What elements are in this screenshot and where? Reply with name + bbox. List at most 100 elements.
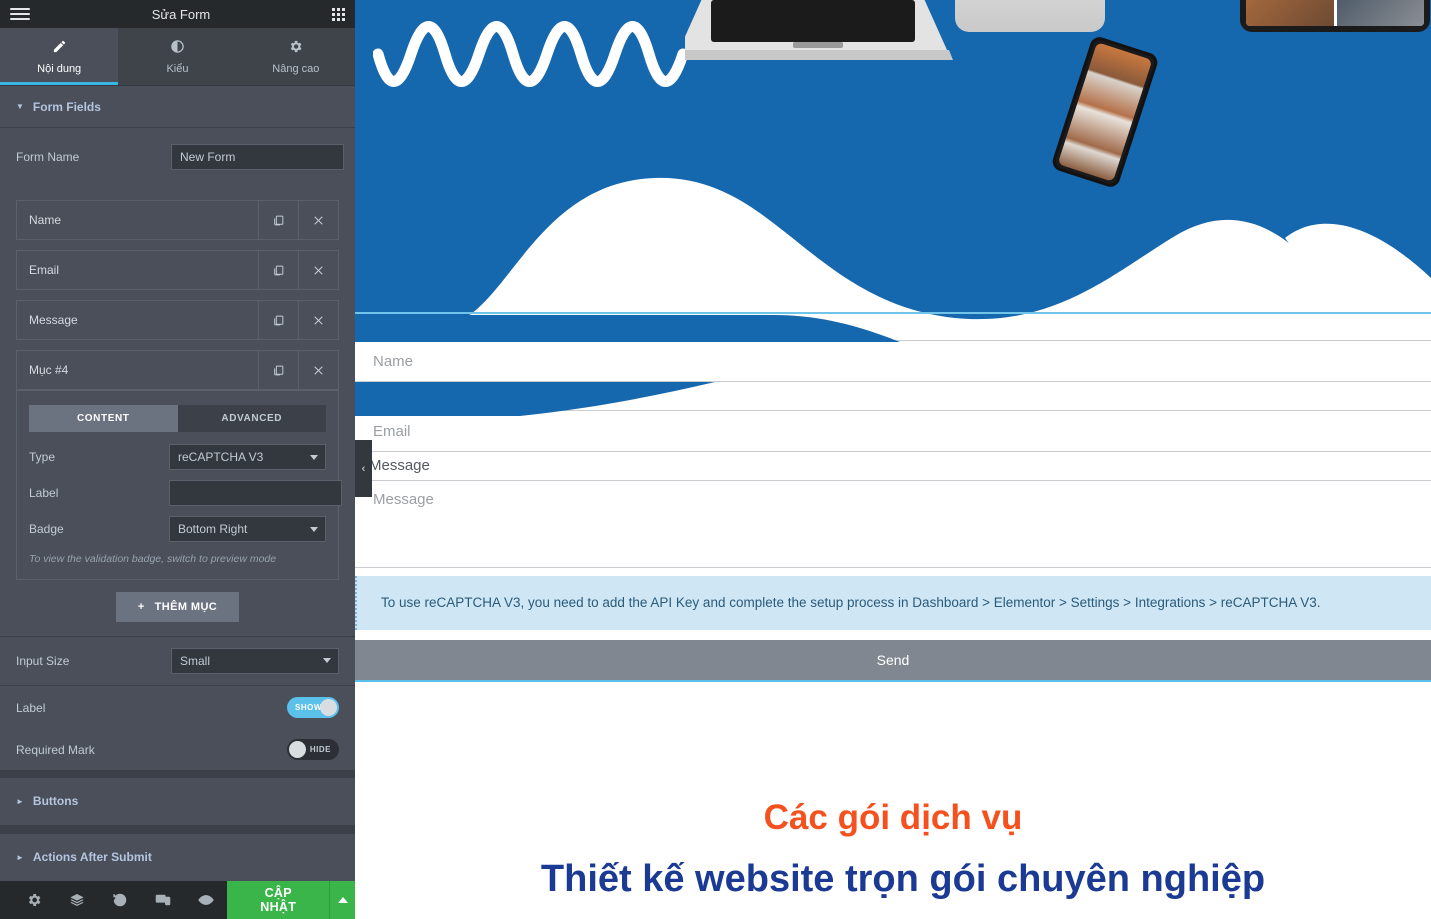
hamburger-menu-icon[interactable] — [10, 8, 30, 20]
section-form-fields[interactable]: ▼ Form Fields — [0, 86, 355, 128]
grid-apps-icon[interactable] — [332, 7, 345, 21]
settings-gear-icon[interactable] — [12, 881, 55, 919]
duplicate-icon[interactable] — [258, 351, 298, 389]
field-type-select[interactable]: reCAPTCHA V3 — [169, 444, 326, 470]
form-group-message: Message Message — [355, 452, 1431, 568]
repeater-item-message[interactable]: Message — [16, 300, 339, 340]
duplicate-icon[interactable] — [258, 301, 298, 339]
repeater-item-muc4[interactable]: Mục #4 — [16, 350, 339, 390]
section-form-fields-label: Form Fields — [32, 99, 101, 114]
add-item-label: THÊM MỤC — [154, 600, 218, 613]
form-name-row: Form Name — [0, 138, 355, 176]
elementor-editor-panel: Sửa Form Nội dung Kiểu Nâng cao ▼ Form F… — [0, 0, 355, 919]
form-input-email[interactable]: Email — [355, 410, 1431, 452]
section-heading: Thiết kế website trọn gói chuyên nghiệp — [540, 858, 1266, 900]
add-item-button[interactable]: + THÊM MỤC — [115, 591, 240, 622]
tab-nang-cao[interactable]: Nâng cao — [237, 28, 355, 85]
required-mark-row: Required Mark HIDE — [0, 730, 355, 770]
remove-icon[interactable] — [298, 251, 338, 289]
duplicate-icon[interactable] — [258, 201, 298, 239]
send-button[interactable]: Send — [355, 639, 1431, 682]
tab-label-kieu: Kiểu — [166, 62, 189, 75]
repeater-item-title[interactable]: Mục #4 — [17, 351, 258, 389]
navigator-layers-icon[interactable] — [55, 881, 98, 919]
chevron-down-icon — [310, 454, 318, 460]
remove-icon[interactable] — [298, 351, 338, 389]
field-type-row: Type reCAPTCHA V3 — [29, 444, 326, 470]
tab-noi-dung[interactable]: Nội dung — [0, 28, 119, 85]
add-item-row: + THÊM MỤC — [0, 580, 355, 636]
form-name-label: Form Name — [16, 150, 80, 164]
repeater-tab-advanced[interactable]: ADVANCED — [177, 405, 326, 432]
squiggle-decoration — [373, 21, 689, 87]
chevron-down-icon — [310, 526, 318, 532]
section-actions-after-submit[interactable]: ► Actions After Submit — [0, 833, 355, 882]
section-separator — [0, 825, 355, 834]
form-group-email: Email Email — [355, 382, 1431, 452]
field-label-input[interactable] — [169, 480, 342, 506]
repeater-item-title[interactable]: Message — [17, 301, 258, 339]
form-label-email: Email — [369, 387, 407, 404]
remove-icon[interactable] — [298, 201, 338, 239]
input-size-select[interactable]: Small — [171, 647, 339, 674]
required-mark-state: HIDE — [309, 745, 331, 755]
recaptcha-setup-notice: To use reCAPTCHA V3, you need to add the… — [355, 576, 1431, 630]
repeater-item-title[interactable]: Name — [17, 201, 258, 239]
panel-footer-toolbar: CẬP NHẬT — [0, 881, 355, 919]
panel-header: Sửa Form — [0, 0, 355, 28]
field-label-label: Label — [29, 486, 59, 500]
history-revisions-icon[interactable] — [98, 881, 141, 919]
hero-banner — [355, 0, 1431, 330]
preview-canvas: Name Name Email Email Message Message To… — [355, 0, 1431, 919]
chevron-down-icon: ▼ — [16, 102, 24, 111]
toggle-knob — [320, 699, 337, 717]
section-subheading: Các gói dịch vụ — [763, 798, 1023, 837]
contrast-circle-icon — [170, 39, 185, 57]
field-type-label: Type — [29, 450, 56, 464]
form-label-message: Message — [369, 457, 430, 474]
lamp-shade-mockup — [955, 0, 1105, 32]
input-size-row: Input Size Small — [0, 637, 355, 685]
field-badge-value: Bottom Right — [178, 522, 248, 536]
tab-kieu[interactable]: Kiểu — [118, 28, 236, 85]
field-badge-label: Badge — [29, 522, 64, 536]
form-group-name: Name Name — [355, 312, 1431, 382]
form-name-input[interactable] — [171, 144, 344, 170]
repeater-editor-tabs: CONTENT ADVANCED — [29, 405, 326, 432]
validation-badge-note: To view the validation badge, switch to … — [29, 553, 277, 565]
section-buttons-label: Buttons — [32, 794, 79, 809]
chevron-down-icon — [323, 658, 331, 664]
repeater-item-title[interactable]: Email — [17, 251, 258, 289]
field-type-value: reCAPTCHA V3 — [178, 450, 264, 464]
chevron-right-icon: ► — [16, 852, 24, 862]
update-button[interactable]: CẬP NHẬT — [227, 881, 330, 919]
label-toggle-state: SHOW — [295, 703, 322, 713]
repeater-item-email[interactable]: Email — [16, 250, 339, 290]
label-toggle-row: Label SHOW — [0, 686, 355, 730]
chevron-right-icon: ► — [16, 796, 24, 806]
tab-label-noi-dung: Nội dung — [37, 62, 82, 75]
label-visibility-toggle[interactable]: SHOW — [287, 697, 339, 719]
field-label-row: Label — [29, 480, 342, 506]
responsive-mode-icon[interactable] — [141, 881, 184, 919]
required-mark-toggle[interactable]: HIDE — [287, 739, 339, 761]
field-badge-select[interactable]: Bottom Right — [169, 516, 326, 542]
panel-collapse-handle[interactable]: ‹ — [355, 440, 372, 497]
repeater-item-name[interactable]: Name — [16, 200, 339, 240]
field-badge-row: Badge Bottom Right — [29, 516, 326, 542]
section-separator — [0, 769, 355, 778]
form-textarea-message[interactable]: Message — [355, 480, 1431, 568]
remove-icon[interactable] — [298, 301, 338, 339]
section-buttons[interactable]: ► Buttons — [0, 777, 355, 826]
panel-title: Sửa Form — [151, 6, 211, 22]
repeater-tab-content[interactable]: CONTENT — [29, 405, 178, 432]
form-fields-repeater: Name Email Message Mục #4 — [0, 192, 355, 390]
form-input-name[interactable]: Name — [355, 340, 1431, 382]
plus-icon: + — [137, 600, 145, 613]
laptop-mockup — [685, 0, 953, 60]
repeater-item-editor: CONTENT ADVANCED Type reCAPTCHA V3 Label… — [16, 390, 342, 580]
duplicate-icon[interactable] — [258, 251, 298, 289]
preview-eye-icon[interactable] — [184, 881, 227, 919]
required-mark-label: Required Mark — [16, 742, 95, 757]
update-options-caret-icon[interactable] — [329, 881, 355, 919]
